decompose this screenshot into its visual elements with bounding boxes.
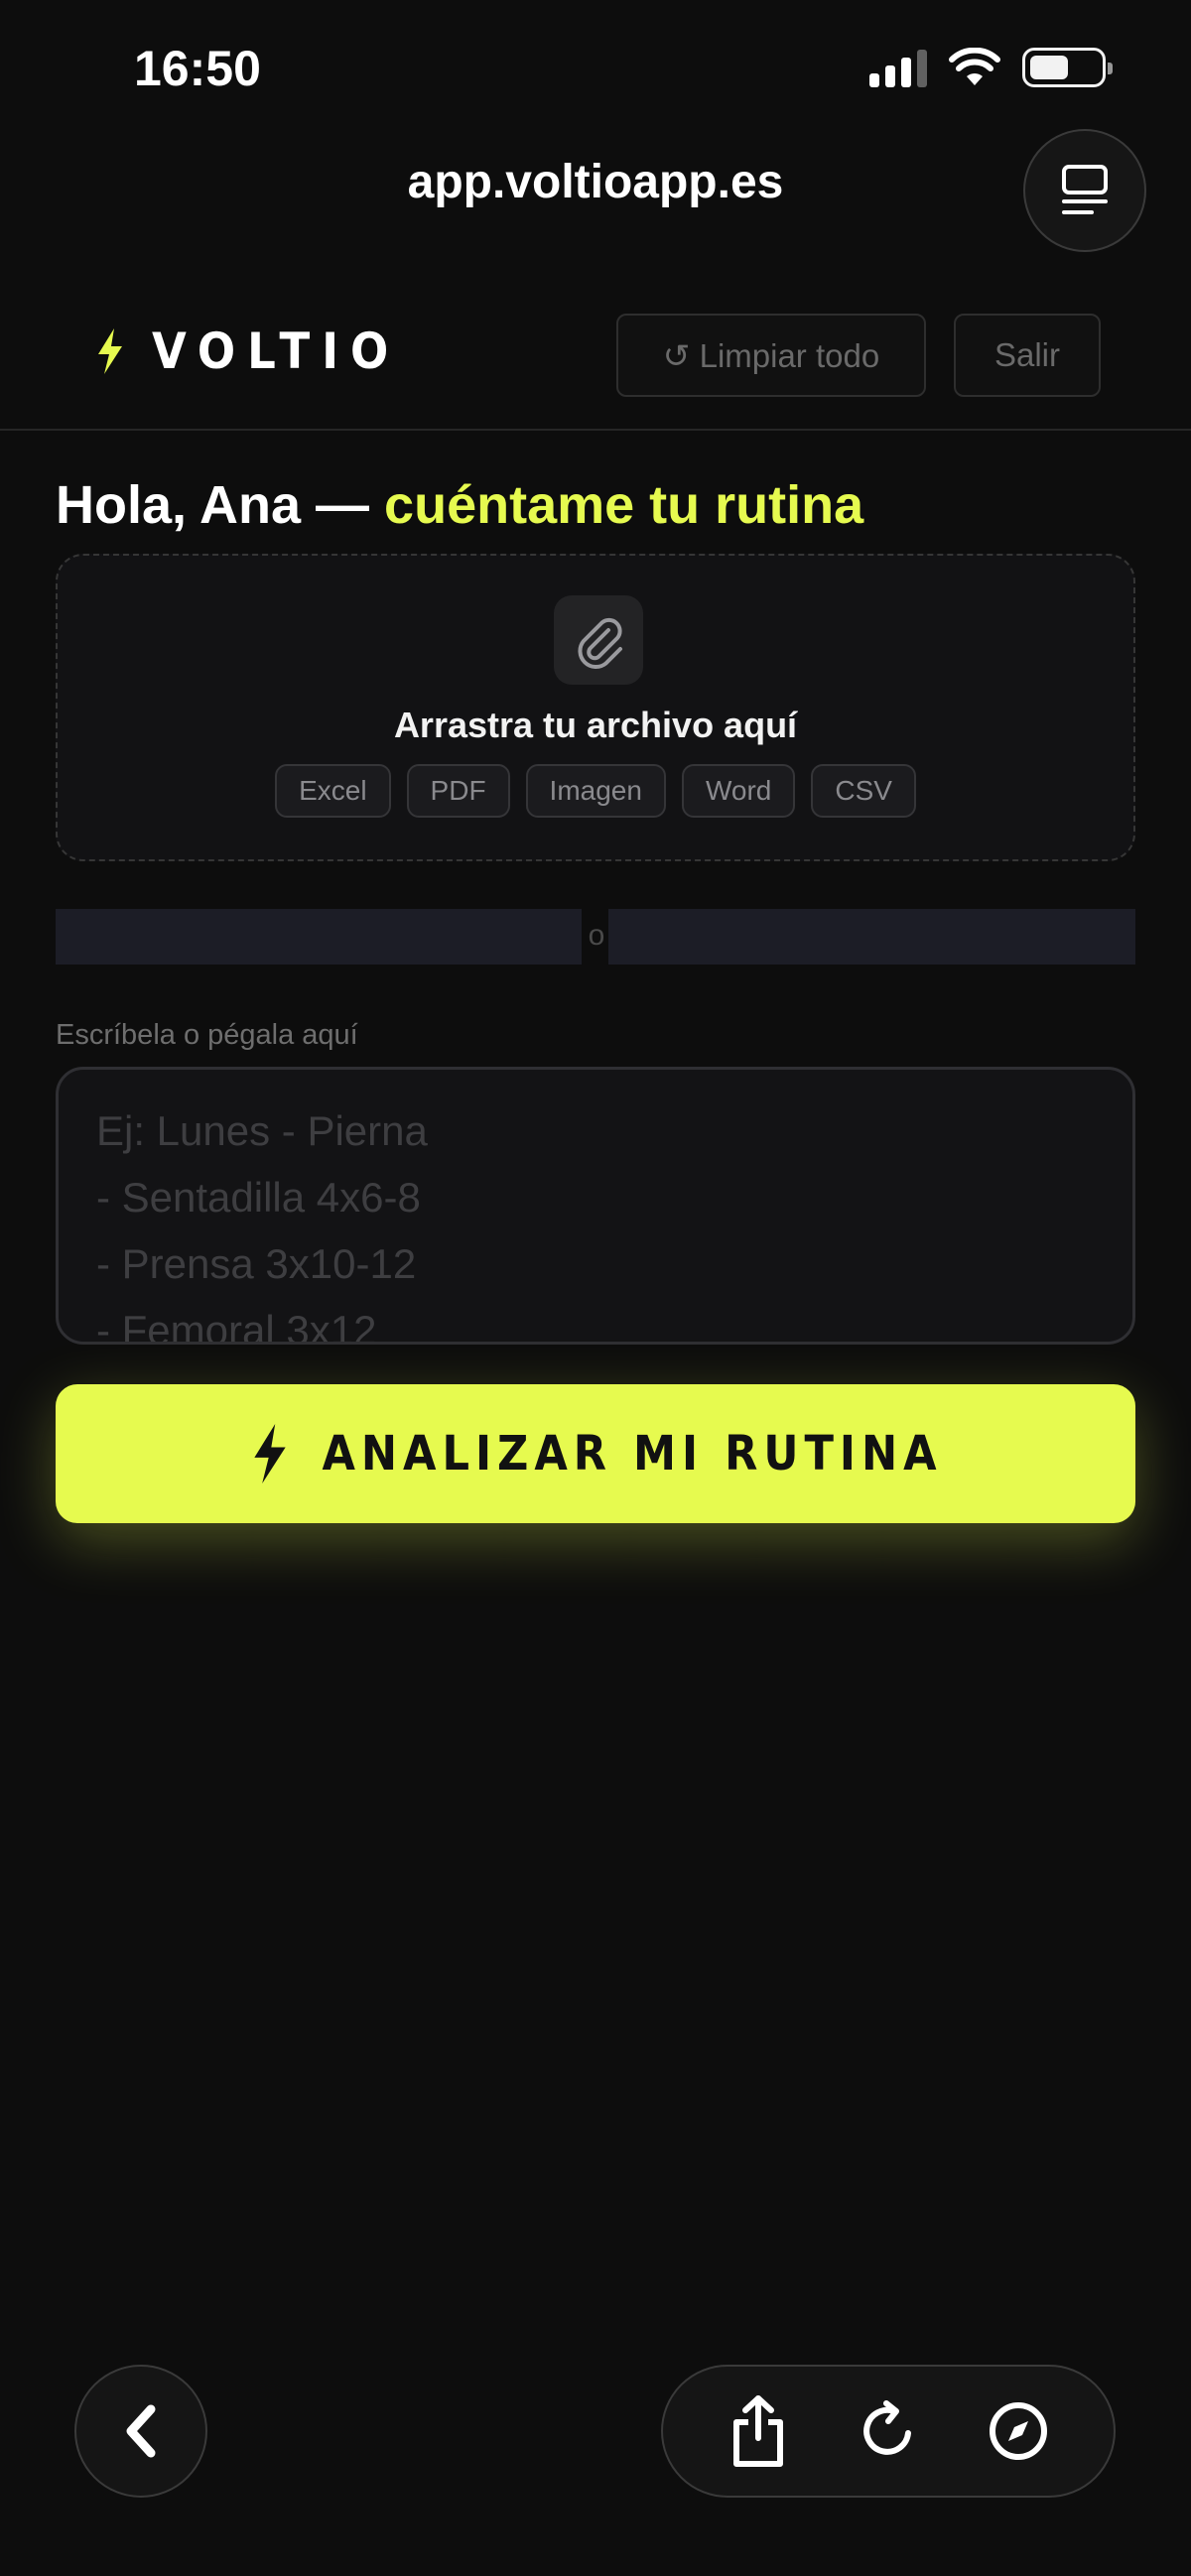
browse-button[interactable] xyxy=(979,2391,1058,2471)
bolt-icon xyxy=(254,1424,287,1483)
placeholder-line: Ej: Lunes - Pierna xyxy=(96,1107,428,1154)
analyze-button-label: ANALIZAR MI RUTINA xyxy=(322,1426,943,1481)
address-bar-url[interactable]: app.voltioapp.es xyxy=(0,155,1191,209)
routine-input-label: Escríbela o pégala aquí xyxy=(56,1019,358,1051)
share-icon xyxy=(732,2395,783,2467)
reader-mode-button[interactable] xyxy=(1023,129,1146,252)
clear-all-button[interactable]: ↺ Limpiar todo xyxy=(616,314,926,397)
reload-icon xyxy=(863,2400,911,2455)
brand-name: VOLTIO xyxy=(152,322,401,380)
browser-toolbar xyxy=(661,2365,1116,2498)
placeholder-line: - Femoral 3x12 xyxy=(96,1307,377,1345)
status-time: 16:50 xyxy=(134,41,261,96)
back-button[interactable] xyxy=(74,2365,207,2498)
format-chip: Word xyxy=(681,764,796,818)
routine-textarea[interactable]: Ej: Lunes - Pierna - Sentadilla 4x6-8 - … xyxy=(56,1067,1135,1345)
wifi-icon xyxy=(949,48,1000,85)
phone-screen: 16:50 app.voltioapp.es VOLTIO ↺ Limpiar … xyxy=(0,0,1191,2576)
header-divider xyxy=(0,429,1191,431)
file-dropzone[interactable]: Arrastra tu archivo aquí Excel PDF Image… xyxy=(56,554,1135,861)
compass-icon xyxy=(990,2402,1048,2460)
paperclip-icon xyxy=(578,617,622,669)
greeting-accent: cuéntame tu rutina xyxy=(384,475,864,535)
battery-icon xyxy=(1022,48,1113,87)
format-chip: CSV xyxy=(811,764,916,818)
placeholder-line: - Sentadilla 4x6-8 xyxy=(96,1174,421,1221)
format-chips: Excel PDF Imagen Word CSV xyxy=(58,764,1133,818)
analyze-routine-button[interactable]: ANALIZAR MI RUTINA xyxy=(56,1384,1135,1523)
back-chevron-icon xyxy=(126,2404,156,2458)
greeting-heading: Hola, Ana — cuéntame tu rutina xyxy=(56,474,863,536)
reader-icon xyxy=(1062,165,1108,214)
paperclip-badge xyxy=(554,595,643,685)
brand-logo[interactable]: VOLTIO xyxy=(94,322,400,380)
share-button[interactable] xyxy=(719,2391,798,2471)
reload-button[interactable] xyxy=(849,2391,928,2471)
logout-button[interactable]: Salir xyxy=(954,314,1101,397)
or-divider: o xyxy=(56,909,1135,965)
signal-icon xyxy=(869,48,927,87)
divider-bar-left xyxy=(56,909,582,965)
bolt-icon xyxy=(98,328,122,374)
format-chip: Imagen xyxy=(525,764,666,818)
greeting-prefix: Hola, Ana — xyxy=(56,475,385,535)
divider-bar-right xyxy=(608,909,1135,965)
format-chip: Excel xyxy=(275,764,391,818)
placeholder-line: - Prensa 3x10-12 xyxy=(96,1240,417,1287)
dropzone-title: Arrastra tu archivo aquí xyxy=(393,705,798,745)
format-chip: PDF xyxy=(406,764,510,818)
status-icons xyxy=(869,48,1113,87)
